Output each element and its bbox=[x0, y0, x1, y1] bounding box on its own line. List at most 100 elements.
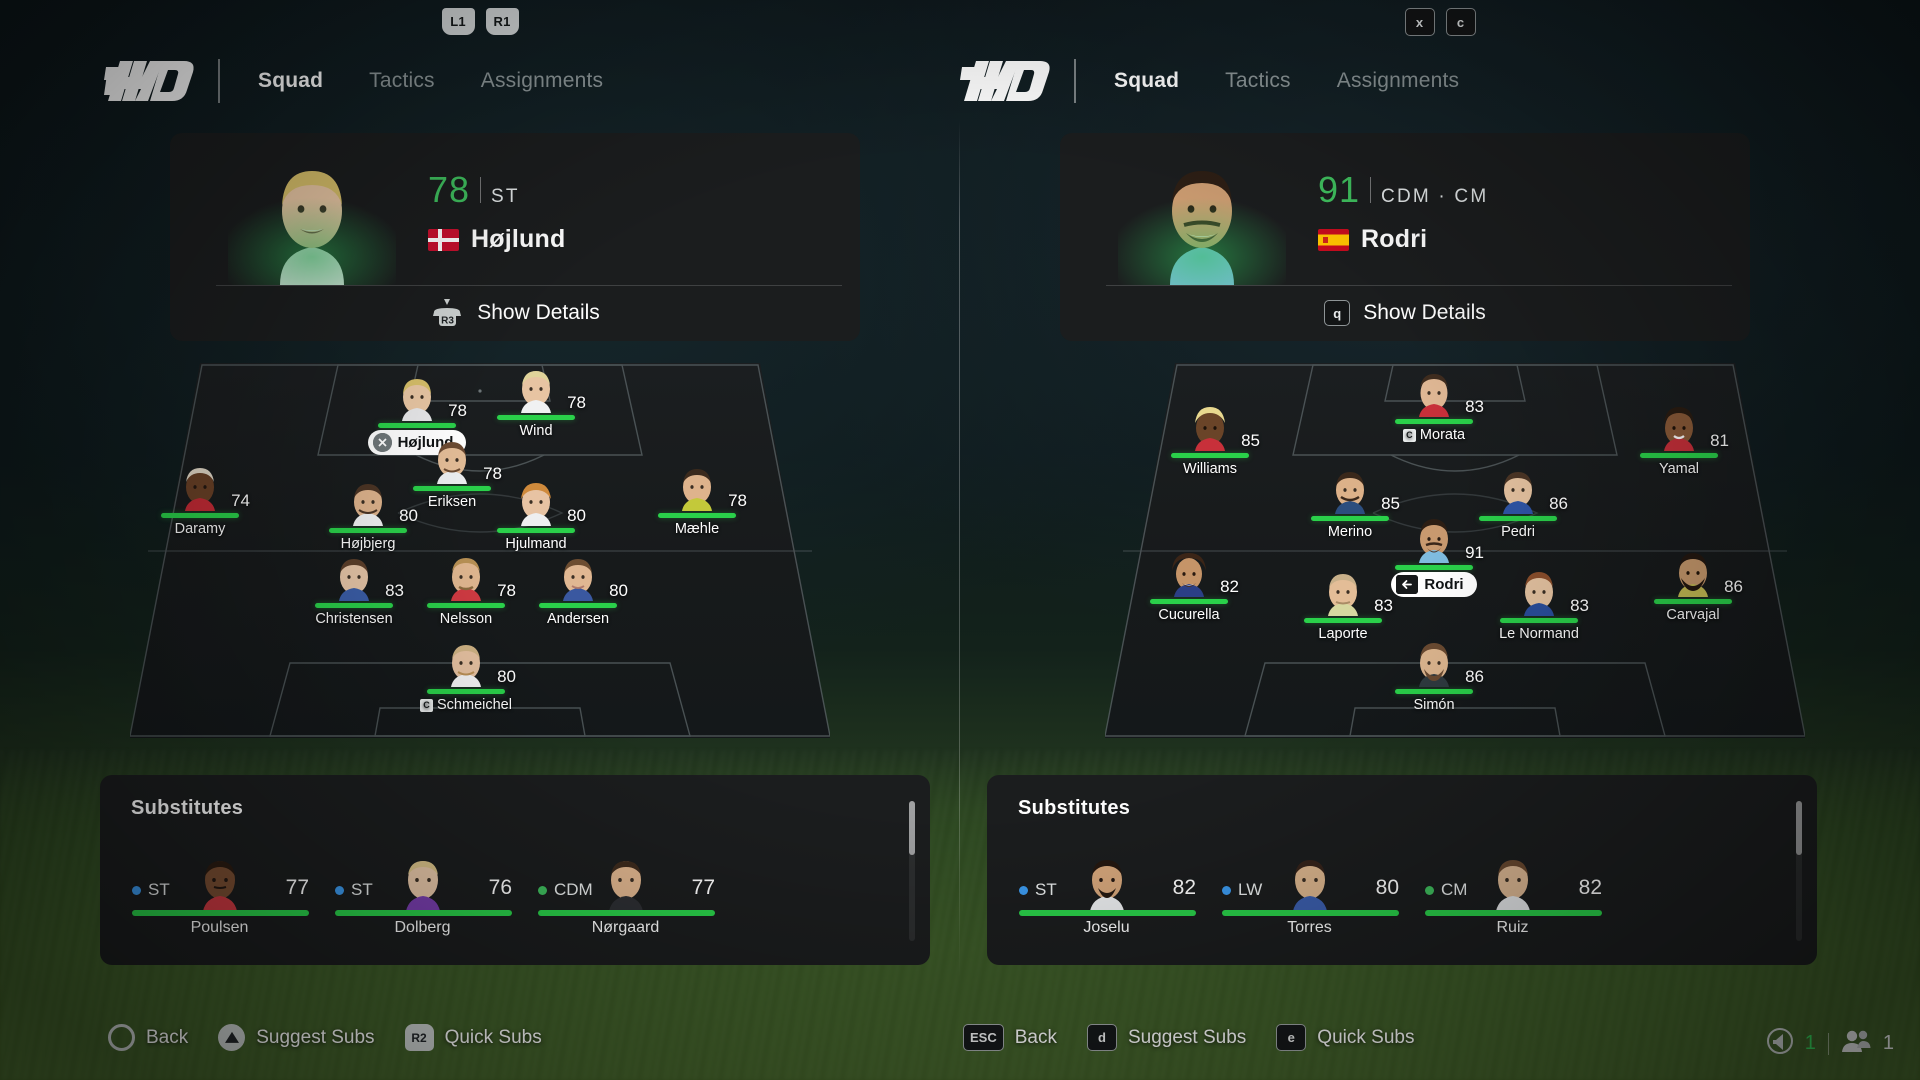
ko-logo-icon bbox=[104, 55, 200, 107]
action-label: Back bbox=[1014, 1026, 1057, 1048]
header-right: Squad Tactics Assignments bbox=[960, 55, 1459, 107]
show-details-button-right[interactable]: q Show Details bbox=[1060, 285, 1750, 341]
player-name-tag: Hjulmand bbox=[505, 535, 567, 552]
substitute-fitness-bar bbox=[1222, 910, 1399, 916]
player-overall: 81 bbox=[1710, 430, 1729, 450]
substitute-item[interactable]: ST 82 Joselu bbox=[1005, 853, 1208, 949]
circle-button-icon bbox=[108, 1024, 135, 1051]
player-name-tag: Christensen bbox=[315, 610, 393, 627]
substitutes-scrollbar[interactable] bbox=[909, 801, 915, 941]
action-quick-subs-right[interactable]: e Quick Subs bbox=[1276, 1024, 1414, 1051]
tab-squad[interactable]: Squad bbox=[1114, 69, 1179, 93]
tab-tactics[interactable]: Tactics bbox=[1225, 69, 1291, 93]
pitch-player[interactable]: 81 Yamal bbox=[1619, 401, 1739, 477]
player-fitness-bar bbox=[1640, 452, 1718, 458]
player-face bbox=[329, 551, 379, 601]
player-face bbox=[1668, 547, 1718, 597]
substitute-name: Nørgaard bbox=[591, 919, 660, 936]
action-suggest-subs-right[interactable]: d Suggest Subs bbox=[1086, 1024, 1246, 1051]
player-fitness-bar bbox=[1395, 418, 1473, 424]
speaker-icon bbox=[1766, 1028, 1793, 1059]
key-button-c[interactable]: c bbox=[1445, 8, 1476, 36]
action-quick-subs-left[interactable]: R2 Quick Subs bbox=[404, 1024, 542, 1051]
player-overall: 83 bbox=[1570, 595, 1589, 615]
substitute-overall: 82 bbox=[1578, 876, 1602, 899]
player-fitness-bar bbox=[315, 602, 393, 608]
position-label: ST bbox=[351, 880, 373, 899]
esc-key-icon: ESC bbox=[963, 1024, 1004, 1051]
formation-pitch-right[interactable]: 85 Williams 83 C Morata 81 Yamal 85 Meri… bbox=[1105, 363, 1805, 738]
substitute-item[interactable]: CDM 77 Nørgaard bbox=[524, 853, 727, 949]
pitch-player[interactable]: 82 Cucurella bbox=[1129, 547, 1249, 623]
formation-pitch-left[interactable]: 78 Højlund 78 Wind 74 Daramy 78 Eriksen … bbox=[130, 363, 830, 738]
player2-panel: x c Squad Tactics Assignments 91 CDM · C… bbox=[960, 0, 1920, 1080]
player-overall: 80 bbox=[609, 580, 628, 600]
substitute-item[interactable]: LW 80 Torres bbox=[1208, 853, 1411, 949]
player-rating: 91 bbox=[1318, 169, 1361, 210]
player1-panel: L1 R1 Squad Tactics Assignments 78 ST Hø… bbox=[0, 0, 960, 1080]
action-back-left[interactable]: Back bbox=[108, 1024, 188, 1051]
substitute-item[interactable]: ST 76 Dolberg bbox=[321, 853, 524, 949]
pitch-player[interactable]: 83 C Morata bbox=[1374, 367, 1494, 443]
cross-badge-icon bbox=[372, 432, 392, 452]
tab-tactics[interactable]: Tactics bbox=[369, 69, 435, 93]
panel-divider bbox=[959, 120, 960, 980]
substitute-overall: 77 bbox=[285, 876, 309, 899]
shoulder-button-l1[interactable]: L1 bbox=[441, 8, 475, 35]
player-face bbox=[672, 461, 722, 511]
substitute-position: ST bbox=[132, 880, 170, 900]
pitch-player[interactable]: 83 Laporte bbox=[1283, 566, 1403, 642]
position-dot-icon bbox=[538, 885, 547, 895]
pitch-player[interactable]: 78 Mæhle bbox=[637, 461, 757, 537]
substitute-position: CM bbox=[1425, 880, 1467, 900]
substitute-face bbox=[395, 853, 451, 911]
player-positions: CDM · CM bbox=[1381, 186, 1489, 207]
player-overall: 78 bbox=[567, 393, 586, 412]
pitch-player[interactable]: 83 Christensen bbox=[294, 551, 414, 627]
action-label: Quick Subs bbox=[1317, 1026, 1415, 1048]
action-label: Quick Subs bbox=[444, 1026, 542, 1048]
position-dot-icon bbox=[1019, 885, 1028, 895]
substitute-face bbox=[1485, 853, 1541, 911]
tab-assignments[interactable]: Assignments bbox=[1337, 69, 1459, 93]
pitch-player[interactable]: 80 C Schmeichel bbox=[406, 637, 526, 713]
pitch-player[interactable]: 80 Andersen bbox=[518, 551, 638, 627]
player-name-text: Rodri bbox=[1424, 576, 1464, 593]
action-suggest-subs-left[interactable]: Suggest Subs bbox=[218, 1024, 375, 1051]
pitch-player[interactable]: 74 Daramy bbox=[140, 461, 260, 537]
captain-badge-icon: C bbox=[420, 698, 434, 712]
tab-squad[interactable]: Squad bbox=[258, 69, 323, 93]
player-name-tag: Nelsson bbox=[439, 610, 493, 627]
svg-text:R3: R3 bbox=[441, 316, 454, 327]
status-indicators: 1 1 bbox=[1766, 1028, 1894, 1059]
tab-assignments[interactable]: Assignments bbox=[481, 69, 603, 93]
position-label: ST bbox=[1035, 880, 1057, 899]
show-details-button-left[interactable]: R3 Show Details bbox=[170, 285, 860, 341]
player-overall: 82 bbox=[1220, 576, 1239, 596]
pitch-player[interactable]: 86 Simón bbox=[1374, 637, 1494, 713]
player-face bbox=[511, 363, 561, 413]
pitch-player[interactable]: 78 Wind bbox=[476, 363, 596, 439]
pitch-player[interactable]: 80 Højbjerg bbox=[308, 476, 428, 552]
substitute-item[interactable]: CM 82 Ruiz bbox=[1411, 853, 1614, 949]
substitute-face bbox=[598, 853, 654, 911]
pitch-player[interactable]: 86 Carvajal bbox=[1633, 547, 1753, 623]
shoulder-button-r1[interactable]: R1 bbox=[485, 8, 519, 35]
key-button-x[interactable]: x bbox=[1404, 8, 1435, 36]
player-name-tag: Williams bbox=[1183, 460, 1237, 477]
pitch-player[interactable]: 80 Hjulmand bbox=[476, 476, 596, 552]
substitute-face bbox=[1079, 853, 1135, 911]
pitch-player[interactable]: 83 Le Normand bbox=[1479, 566, 1599, 642]
action-back-right[interactable]: ESC Back bbox=[963, 1024, 1057, 1051]
selected-player-card: 91 CDM · CM Rodri q Show Details bbox=[1060, 133, 1750, 341]
player-face bbox=[175, 461, 225, 511]
header-divider bbox=[218, 59, 220, 103]
player-fitness-bar bbox=[427, 688, 505, 694]
player-face bbox=[1185, 401, 1235, 451]
substitutes-scrollbar[interactable] bbox=[1796, 801, 1802, 941]
pitch-player[interactable]: 78 Nelsson bbox=[406, 551, 526, 627]
selected-player-card: 78 ST Højlund R3 Show Details bbox=[170, 133, 860, 341]
substitute-item[interactable]: ST 77 Poulsen bbox=[118, 853, 321, 949]
player-name-tag: C Morata bbox=[1374, 427, 1494, 443]
pitch-player[interactable]: 85 Williams bbox=[1150, 401, 1270, 477]
